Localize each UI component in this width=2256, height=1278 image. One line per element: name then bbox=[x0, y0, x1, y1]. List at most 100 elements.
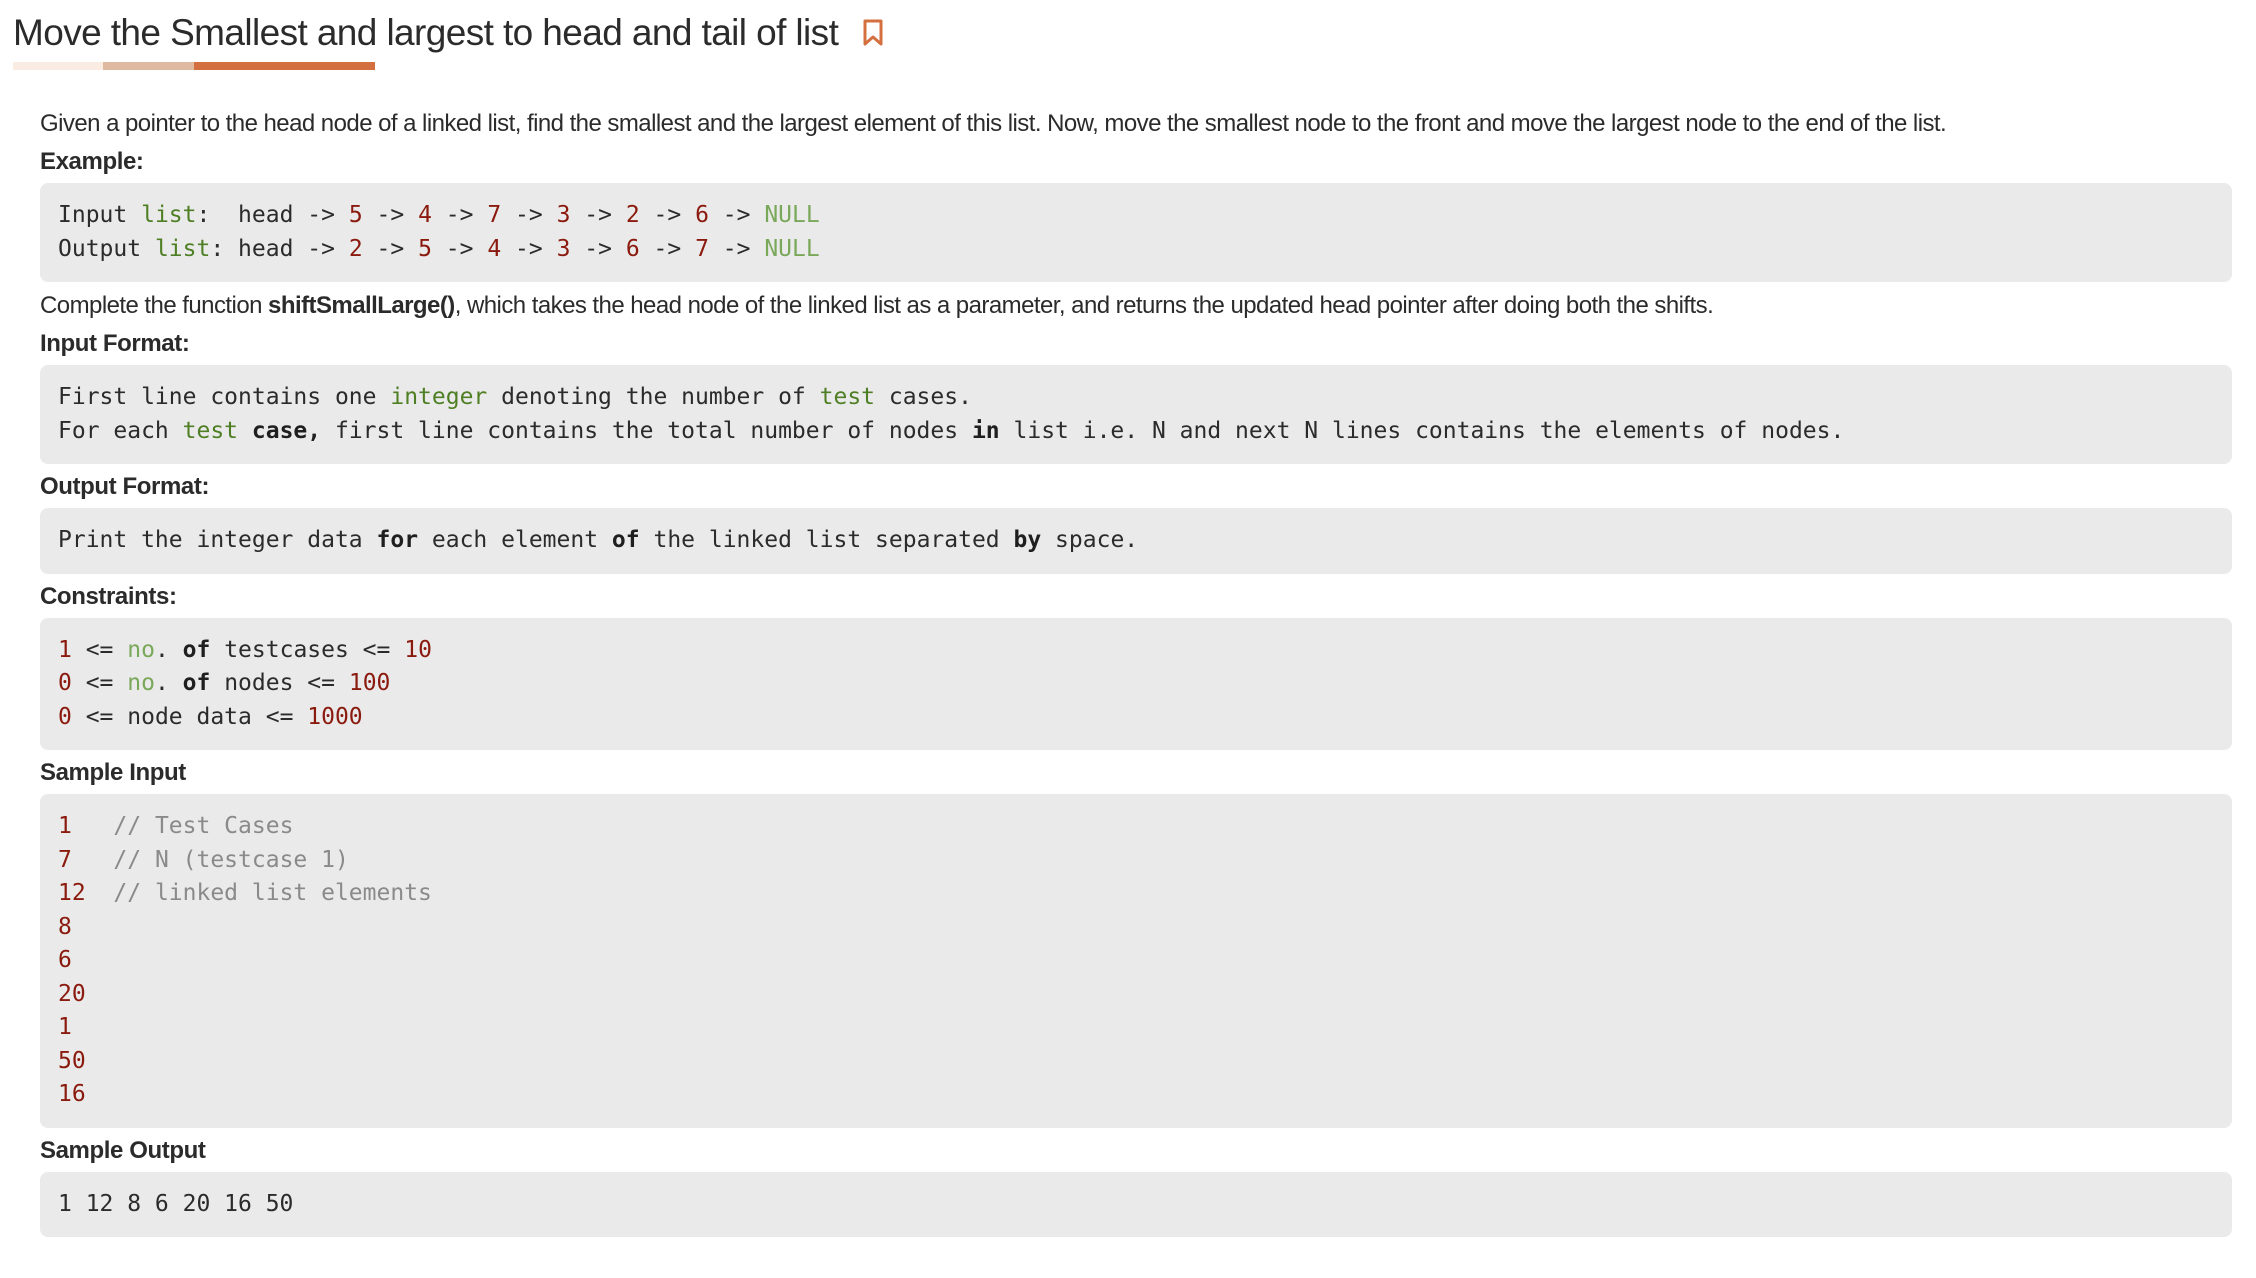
code-token: // linked list elements bbox=[113, 880, 432, 906]
code-token: 3 bbox=[556, 235, 571, 262]
code-token: 16 bbox=[58, 1081, 86, 1107]
code-token: testcases <= bbox=[210, 636, 405, 663]
sample-input-code-block: 1 // Test Cases 7 // N (testcase 1) 12 // … bbox=[40, 794, 2232, 1128]
code-token: 1 bbox=[58, 636, 72, 663]
code-token: First line contains one bbox=[58, 384, 391, 410]
code-token: : head -> bbox=[196, 202, 349, 228]
code-token: 0 bbox=[58, 703, 72, 730]
code-token: -> bbox=[570, 202, 626, 228]
code-token: NULL bbox=[764, 202, 820, 228]
code-token: list i.e. N and next N lines contains th… bbox=[999, 417, 1845, 444]
code-token: 1 bbox=[58, 1014, 72, 1040]
input-format-code-block: First line contains one integer denoting… bbox=[40, 365, 2232, 464]
code-token: -> bbox=[362, 235, 419, 262]
code-token: -> bbox=[501, 202, 557, 228]
code-token: test bbox=[182, 417, 239, 444]
function-name: shiftSmallLarge() bbox=[268, 292, 455, 319]
code-token: -> bbox=[570, 235, 626, 262]
problem-statement: Given a pointer to the head node of a li… bbox=[40, 104, 2232, 1241]
sample-output-code-block: 1 12 8 6 20 16 50 bbox=[40, 1171, 2232, 1237]
code-token: 5 bbox=[418, 235, 432, 262]
code-line: 16 bbox=[58, 1078, 2214, 1112]
sample-output-heading: Sample Output bbox=[40, 1136, 206, 1164]
code-token: 6 bbox=[625, 235, 640, 262]
example-code-block: Input list: head -> 5 -> 4 -> 7 -> 3 -> … bbox=[40, 183, 2232, 282]
code-token: 0 bbox=[58, 670, 72, 696]
code-token: 7 bbox=[58, 846, 72, 873]
code-token: 20 bbox=[58, 980, 86, 1007]
code-token: case, bbox=[251, 417, 322, 444]
code-token: -> bbox=[639, 235, 696, 262]
code-token: of bbox=[182, 636, 211, 663]
code-line: 1 <= no. of testcases <= 10 bbox=[58, 634, 2214, 668]
code-token: -> bbox=[501, 235, 557, 262]
code-token: 1 bbox=[58, 813, 72, 839]
code-token: 7 bbox=[695, 235, 709, 262]
code-token: integer bbox=[390, 384, 488, 410]
code-token: . bbox=[154, 670, 183, 696]
code-token: : head -> bbox=[210, 235, 349, 262]
code-token: <= node data <= bbox=[71, 703, 308, 730]
code-token: test bbox=[819, 384, 876, 410]
code-token: -> bbox=[708, 235, 765, 262]
code-token: of bbox=[611, 527, 640, 553]
code-token: no bbox=[127, 636, 155, 663]
code-line: First line contains one integer denoting… bbox=[58, 381, 2214, 415]
example-heading: Example: bbox=[40, 148, 144, 175]
code-token: For each bbox=[58, 417, 183, 444]
code-line: 12 // linked list elements bbox=[58, 877, 2214, 911]
code-token: Print the integer data bbox=[58, 527, 377, 553]
code-token: by bbox=[1013, 527, 1042, 553]
code-token: <= bbox=[71, 670, 128, 696]
code-token: 4 bbox=[418, 202, 432, 228]
code-token: nodes <= bbox=[210, 670, 349, 696]
code-line: 50 bbox=[58, 1045, 2214, 1079]
code-line: 0 <= no. of nodes <= 100 bbox=[58, 667, 2214, 701]
bookmark-icon[interactable] bbox=[860, 18, 886, 48]
code-token: -> bbox=[431, 235, 488, 262]
code-token: first line contains the total number of … bbox=[321, 417, 972, 444]
constraints-heading: Constraints: bbox=[40, 582, 177, 610]
code-token: in bbox=[971, 417, 1000, 444]
page-title: Move the Smallest and largest to head an… bbox=[13, 12, 886, 54]
code-line: 1 // Test Cases bbox=[58, 810, 2214, 844]
task-text-before: Complete the function bbox=[40, 292, 269, 319]
code-token: 4 bbox=[487, 235, 502, 262]
input-format-heading: Input Format: bbox=[40, 330, 190, 357]
code-token: 100 bbox=[348, 670, 391, 696]
code-token: NULL bbox=[764, 235, 820, 262]
code-token: 5 bbox=[348, 202, 363, 228]
title-underline-light bbox=[13, 62, 103, 70]
code-token: no bbox=[127, 670, 155, 696]
code-token: for bbox=[376, 527, 419, 553]
code-token: 2 bbox=[348, 235, 363, 262]
code-token: // N (testcase 1) bbox=[113, 846, 349, 873]
code-token: <= bbox=[71, 636, 128, 663]
title-underline-mid bbox=[103, 62, 194, 70]
code-token: denoting the number of bbox=[487, 384, 820, 410]
code-token: the linked list separated bbox=[639, 527, 1014, 553]
code-token: list bbox=[141, 202, 197, 228]
task-description: Complete the function shiftSmallLarge(),… bbox=[40, 286, 2232, 325]
code-token: -> bbox=[708, 202, 765, 228]
code-token: -> bbox=[431, 202, 488, 228]
code-token: 6 bbox=[58, 947, 72, 973]
code-line: 1 bbox=[58, 1011, 2214, 1045]
code-token: space. bbox=[1041, 527, 1139, 553]
code-token: list bbox=[154, 235, 211, 262]
code-token: -> bbox=[362, 202, 419, 228]
code-line: Print the integer data for each element … bbox=[58, 524, 2214, 558]
code-token: 6 bbox=[695, 202, 709, 228]
code-token: each element bbox=[418, 527, 612, 553]
code-token: 7 bbox=[487, 202, 502, 228]
code-line: 6 bbox=[58, 944, 2214, 978]
code-line: 0 <= node data <= 1000 bbox=[58, 701, 2214, 735]
code-token: Output bbox=[58, 235, 155, 262]
code-token: 12 bbox=[58, 880, 86, 906]
code-token: 8 bbox=[58, 913, 72, 940]
code-token: Input bbox=[58, 202, 142, 228]
sample-input-heading: Sample Input bbox=[40, 759, 186, 786]
